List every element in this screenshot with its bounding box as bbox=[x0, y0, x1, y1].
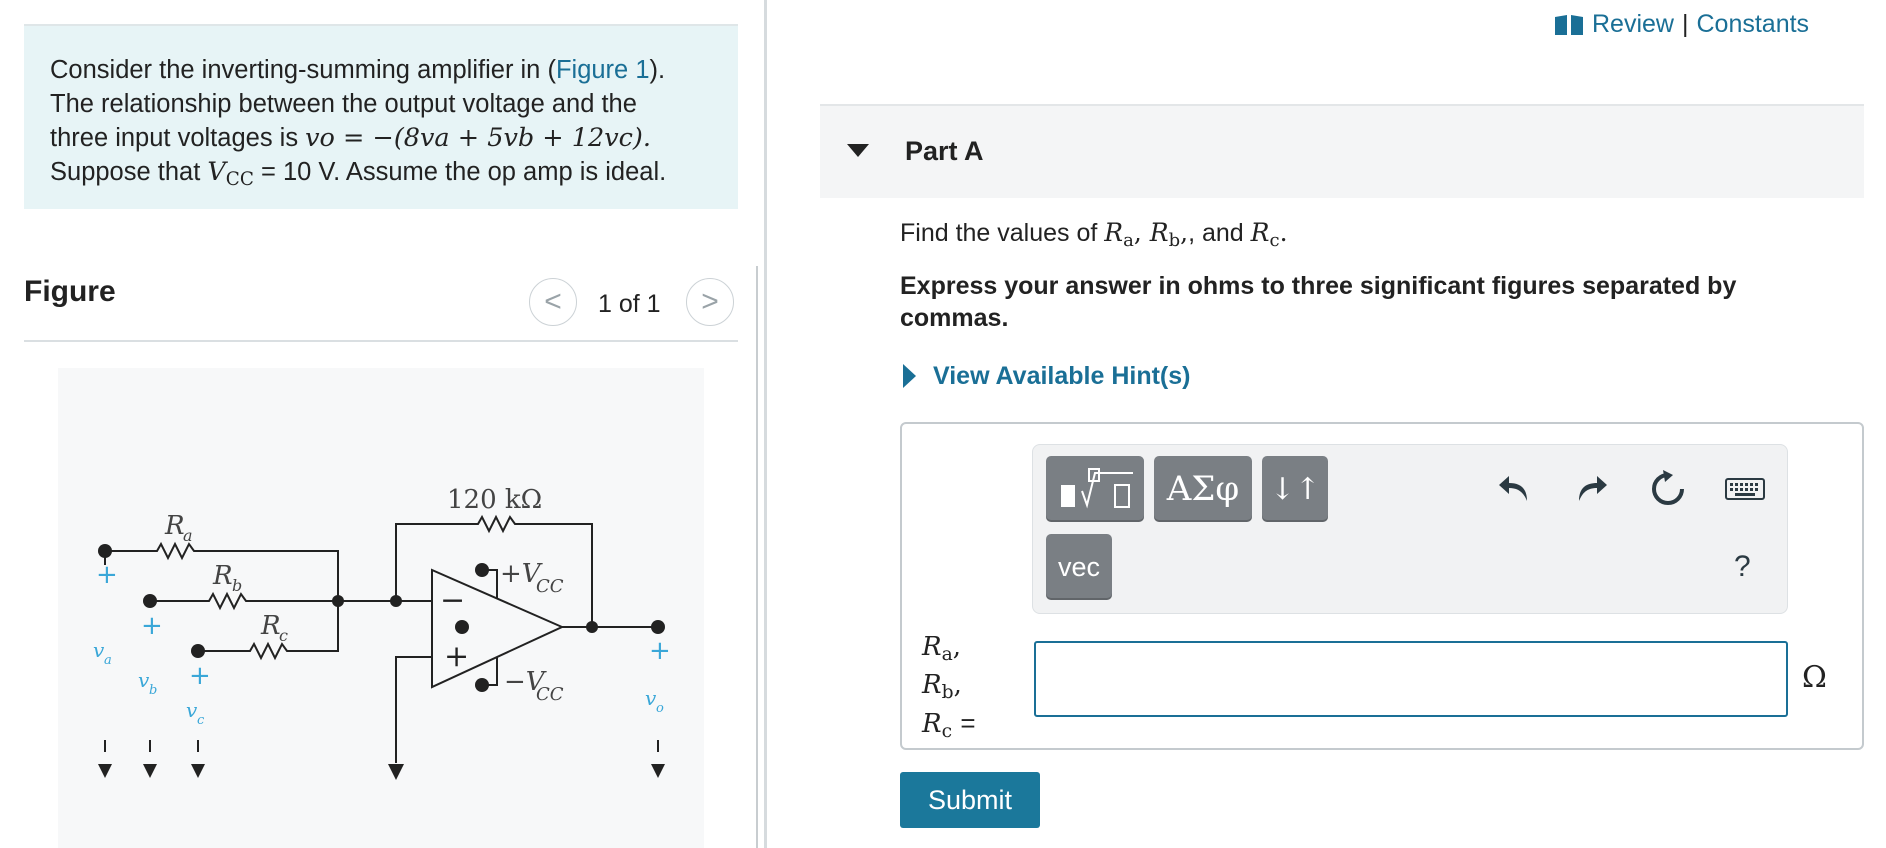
rb-sub-label: b bbox=[232, 576, 242, 595]
keyboard-glyph-icon bbox=[1725, 478, 1765, 500]
answer-variable-label: Ra, Rb, Rc = bbox=[922, 632, 976, 748]
redo-arrow-icon bbox=[1579, 476, 1607, 501]
rb-answer-label: Rb, bbox=[922, 670, 962, 704]
circuit-diagram: 120 kΩ R a R b R c +V CC −V CC − + + + +… bbox=[93, 485, 671, 780]
caret-right-icon[interactable] bbox=[903, 364, 916, 388]
refresh-icon bbox=[1652, 470, 1684, 505]
view-hints-link[interactable]: View Available Hint(s) bbox=[933, 362, 1190, 391]
rc-symbol: Rc bbox=[1250, 218, 1280, 252]
redo-icon[interactable] bbox=[1568, 466, 1614, 512]
vo-plus: + bbox=[649, 636, 671, 666]
vb-sub: b bbox=[149, 683, 157, 698]
ra-label: R bbox=[164, 511, 185, 541]
part-a-title: Part A bbox=[905, 136, 984, 166]
help-button[interactable]: ? bbox=[1734, 550, 1751, 584]
rc-answer-label: Rc = bbox=[922, 708, 976, 743]
caret-down-icon[interactable] bbox=[847, 144, 869, 157]
keyboard-icon[interactable] bbox=[1722, 466, 1768, 512]
vo-sub: o bbox=[656, 701, 664, 716]
vec-button[interactable]: vec bbox=[1046, 534, 1112, 600]
templates-button[interactable] bbox=[1046, 456, 1144, 522]
top-links: Review | Constants bbox=[1554, 10, 1809, 39]
greek-symbols-button[interactable]: ΑΣφ bbox=[1154, 456, 1252, 522]
link-separator: | bbox=[1681, 10, 1689, 38]
reset-icon[interactable] bbox=[1645, 466, 1691, 512]
ra-answer-label: Ra, bbox=[922, 632, 961, 666]
submit-button[interactable]: Submit bbox=[900, 772, 1040, 828]
vc-plus: + bbox=[189, 661, 211, 691]
vcc-neg-sub: CC bbox=[536, 684, 564, 705]
feedback-resistor-label: 120 kΩ bbox=[447, 485, 542, 515]
constants-link[interactable]: Constants bbox=[1696, 10, 1809, 39]
vc-sub: c bbox=[197, 713, 205, 728]
rc-sub-label: c bbox=[279, 626, 288, 645]
answer-instruction: Express your answer in ohms to three sig… bbox=[900, 272, 1737, 332]
review-link[interactable]: Review bbox=[1592, 10, 1674, 39]
rb-symbol: Rb bbox=[1149, 218, 1181, 252]
answer-input[interactable] bbox=[1034, 641, 1788, 717]
inverting-minus-label: − bbox=[440, 583, 465, 618]
rc-label: R bbox=[260, 611, 281, 641]
ra-symbol: Ra bbox=[1104, 218, 1134, 252]
undo-arrow-icon bbox=[1499, 476, 1527, 501]
va-sub: a bbox=[104, 653, 112, 668]
ra-sub-label: a bbox=[183, 526, 193, 545]
fraction-root-icon bbox=[1061, 468, 1133, 509]
sort-arrows-button[interactable]: ↓↑ bbox=[1262, 456, 1328, 522]
vcc-pos-sub: CC bbox=[536, 576, 564, 597]
figure-scroll-track[interactable] bbox=[756, 266, 758, 848]
rb-label: R bbox=[212, 561, 233, 591]
unit-label: Ω bbox=[1802, 660, 1827, 695]
panel-divider[interactable] bbox=[764, 0, 767, 848]
noninverting-plus-label: + bbox=[444, 639, 469, 674]
question-text: Find the values of Ra, Rb,, and Rc. bbox=[900, 218, 1288, 252]
va-plus: + bbox=[96, 560, 118, 590]
undo-icon[interactable] bbox=[1492, 466, 1538, 512]
vb-plus: + bbox=[141, 611, 163, 641]
book-icon bbox=[1555, 14, 1583, 35]
